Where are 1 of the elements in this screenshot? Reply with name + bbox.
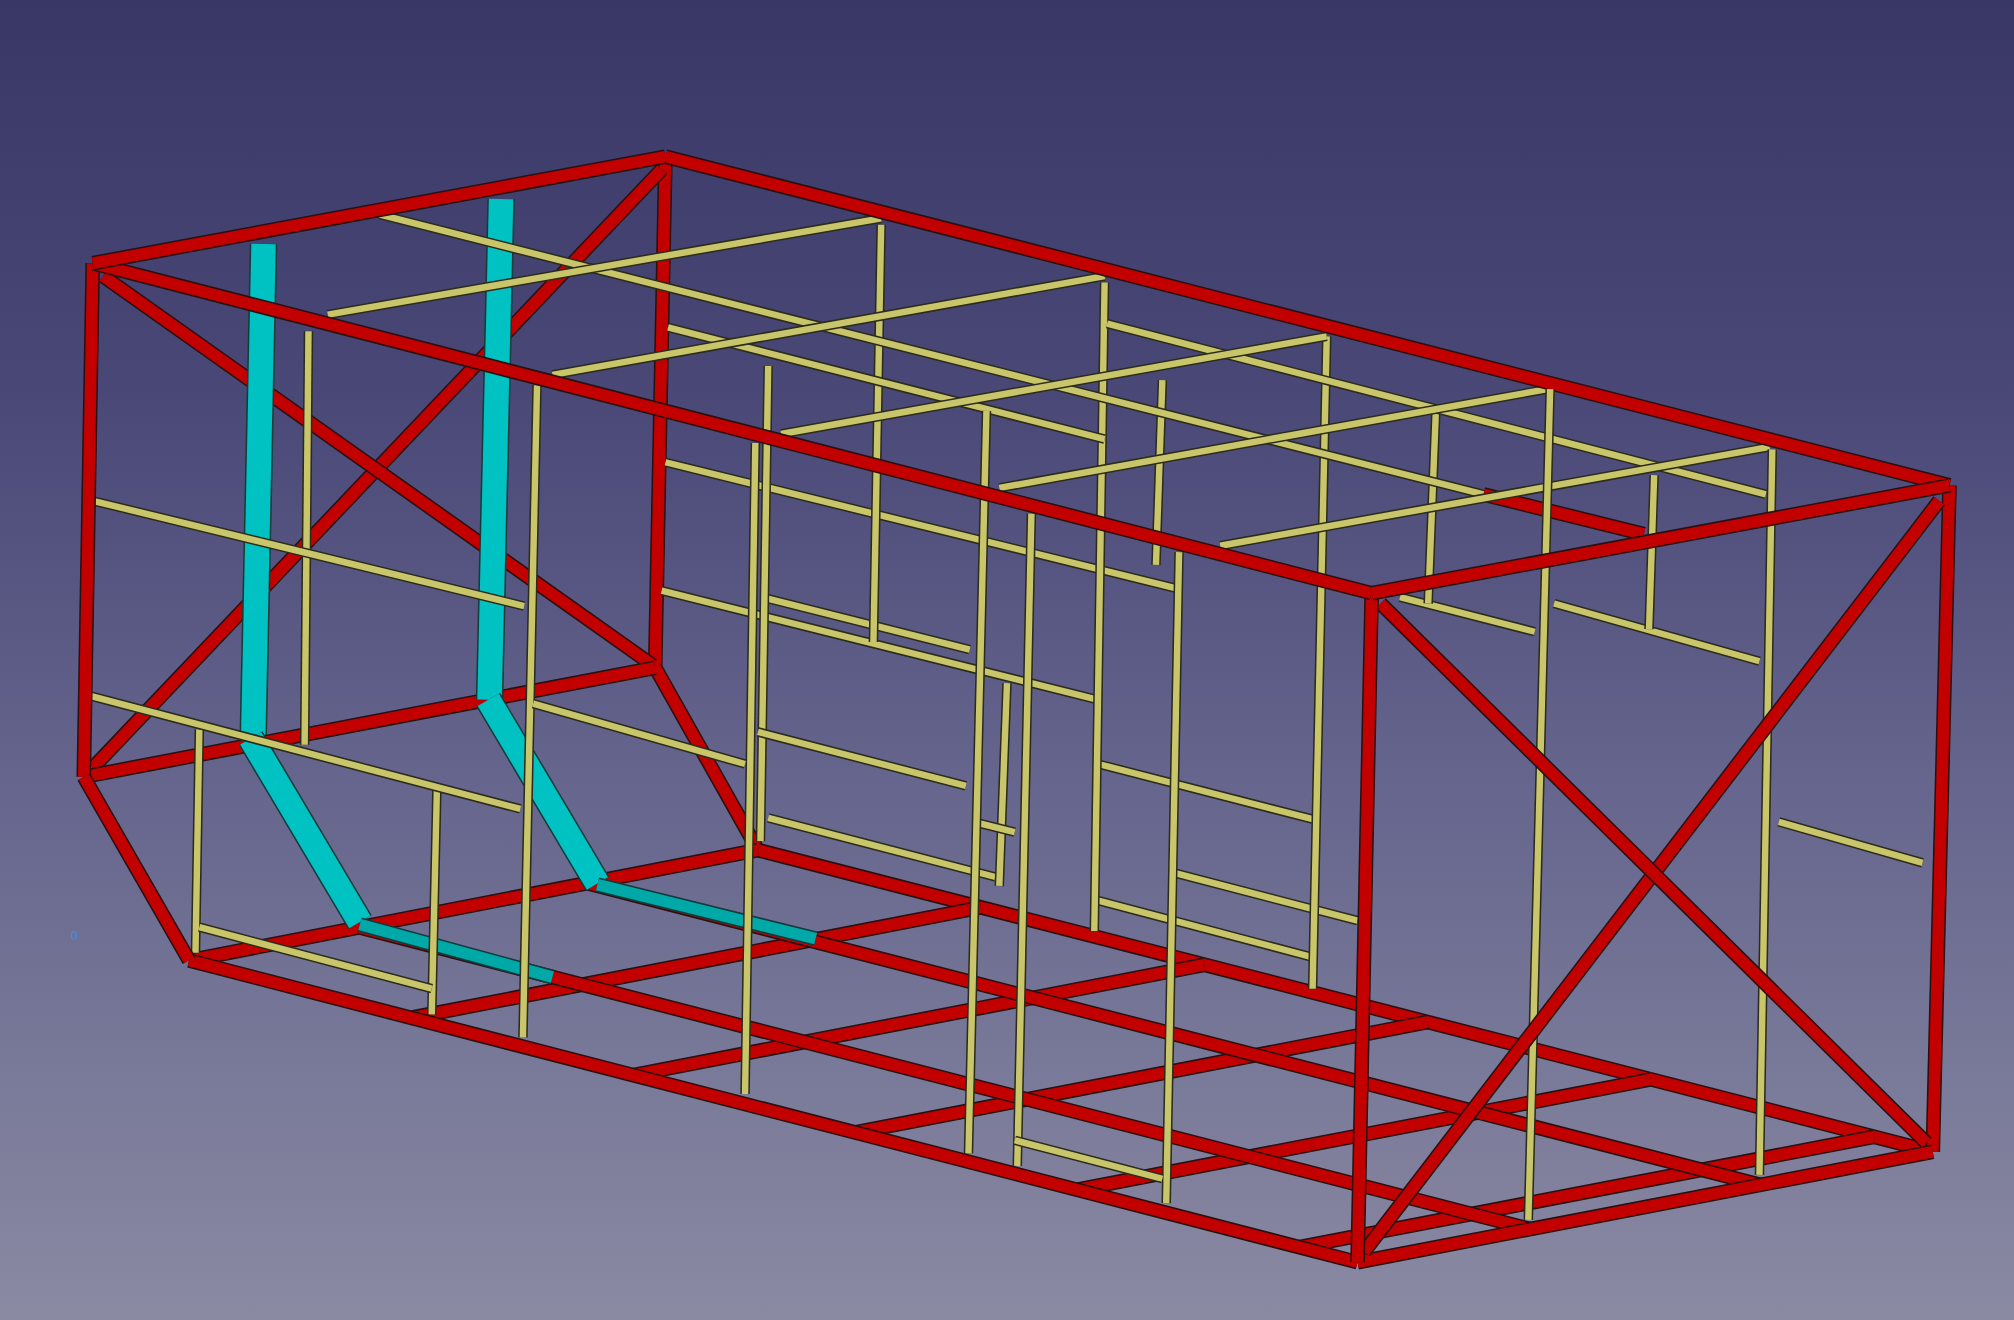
marker-label: 0 — [70, 929, 78, 943]
